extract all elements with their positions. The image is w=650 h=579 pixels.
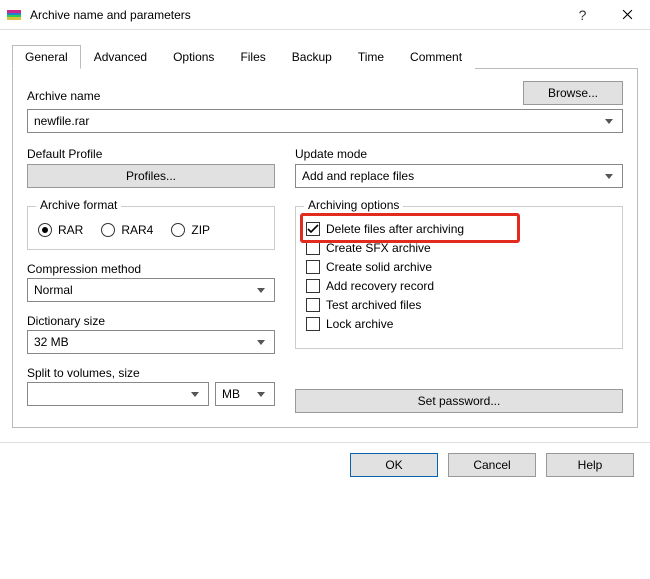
check-lock-archive[interactable]: Lock archive — [306, 317, 612, 331]
check-create-solid[interactable]: Create solid archive — [306, 260, 612, 274]
chevron-down-icon — [252, 331, 270, 353]
compression-label: Compression method — [27, 262, 275, 276]
archive-name-value: newfile.rar — [34, 114, 89, 128]
tab-backup[interactable]: Backup — [279, 45, 345, 69]
radio-icon — [171, 223, 185, 237]
archive-name-input[interactable]: newfile.rar — [27, 109, 623, 133]
radio-rar4[interactable]: RAR4 — [101, 223, 153, 237]
profiles-button[interactable]: Profiles... — [27, 164, 275, 188]
ok-button[interactable]: OK — [350, 453, 438, 477]
radio-icon — [101, 223, 115, 237]
radio-rar[interactable]: RAR — [38, 223, 83, 237]
titlebar: Archive name and parameters ? — [0, 0, 650, 30]
tab-options[interactable]: Options — [160, 45, 227, 69]
split-unit-select[interactable]: MB — [215, 382, 275, 406]
check-test-archived-label: Test archived files — [326, 298, 421, 312]
checkbox-icon — [306, 241, 320, 255]
check-test-archived[interactable]: Test archived files — [306, 298, 612, 312]
compression-select[interactable]: Normal — [27, 278, 275, 302]
close-icon — [622, 9, 633, 20]
archive-name-label: Archive name — [27, 89, 511, 103]
tab-time[interactable]: Time — [345, 45, 397, 69]
checkbox-icon — [306, 317, 320, 331]
set-password-button[interactable]: Set password... — [295, 389, 623, 413]
split-unit-value: MB — [222, 387, 240, 401]
split-label: Split to volumes, size — [27, 366, 275, 380]
chevron-down-icon — [600, 165, 618, 187]
check-add-recovery[interactable]: Add recovery record — [306, 279, 612, 293]
radio-icon — [38, 223, 52, 237]
dictionary-select[interactable]: 32 MB — [27, 330, 275, 354]
chevron-down-icon — [252, 279, 270, 301]
chevron-down-icon — [252, 383, 270, 405]
dictionary-value: 32 MB — [34, 335, 69, 349]
radio-rar4-label: RAR4 — [121, 223, 153, 237]
update-mode-select[interactable]: Add and replace files — [295, 164, 623, 188]
chevron-down-icon — [600, 110, 618, 132]
dictionary-label: Dictionary size — [27, 314, 275, 328]
update-mode-value: Add and replace files — [302, 169, 414, 183]
help-button[interactable]: ? — [560, 0, 605, 30]
general-panel: Archive name Browse... newfile.rar Defau… — [12, 69, 638, 428]
winrar-icon — [6, 7, 22, 23]
check-create-sfx-label: Create SFX archive — [326, 241, 431, 255]
chevron-down-icon — [186, 383, 204, 405]
check-delete-after[interactable]: Delete files after archiving — [306, 222, 612, 236]
checkbox-icon — [306, 279, 320, 293]
tab-advanced[interactable]: Advanced — [81, 45, 160, 69]
tab-general[interactable]: General — [12, 45, 81, 69]
cancel-button[interactable]: Cancel — [448, 453, 536, 477]
update-mode-label: Update mode — [295, 147, 623, 161]
checkbox-icon — [306, 222, 320, 236]
dialog-footer: OK Cancel Help — [0, 442, 650, 491]
checkbox-icon — [306, 298, 320, 312]
tab-strip: General Advanced Options Files Backup Ti… — [12, 44, 638, 69]
window-title: Archive name and parameters — [30, 8, 560, 22]
radio-zip-label: ZIP — [191, 223, 210, 237]
default-profile-label: Default Profile — [27, 147, 275, 161]
check-lock-archive-label: Lock archive — [326, 317, 393, 331]
check-delete-after-label: Delete files after archiving — [326, 222, 464, 236]
split-size-input[interactable] — [27, 382, 209, 406]
check-add-recovery-label: Add recovery record — [326, 279, 434, 293]
check-create-solid-label: Create solid archive — [326, 260, 432, 274]
close-button[interactable] — [605, 0, 650, 30]
compression-value: Normal — [34, 283, 73, 297]
archive-format-title: Archive format — [36, 198, 121, 212]
help-button-footer[interactable]: Help — [546, 453, 634, 477]
archiving-options-title: Archiving options — [304, 198, 403, 212]
tab-comment[interactable]: Comment — [397, 45, 475, 69]
checkbox-icon — [306, 260, 320, 274]
tab-files[interactable]: Files — [227, 45, 278, 69]
radio-zip[interactable]: ZIP — [171, 223, 210, 237]
browse-button[interactable]: Browse... — [523, 81, 623, 105]
check-create-sfx[interactable]: Create SFX archive — [306, 241, 612, 255]
radio-rar-label: RAR — [58, 223, 83, 237]
help-icon: ? — [579, 7, 587, 23]
